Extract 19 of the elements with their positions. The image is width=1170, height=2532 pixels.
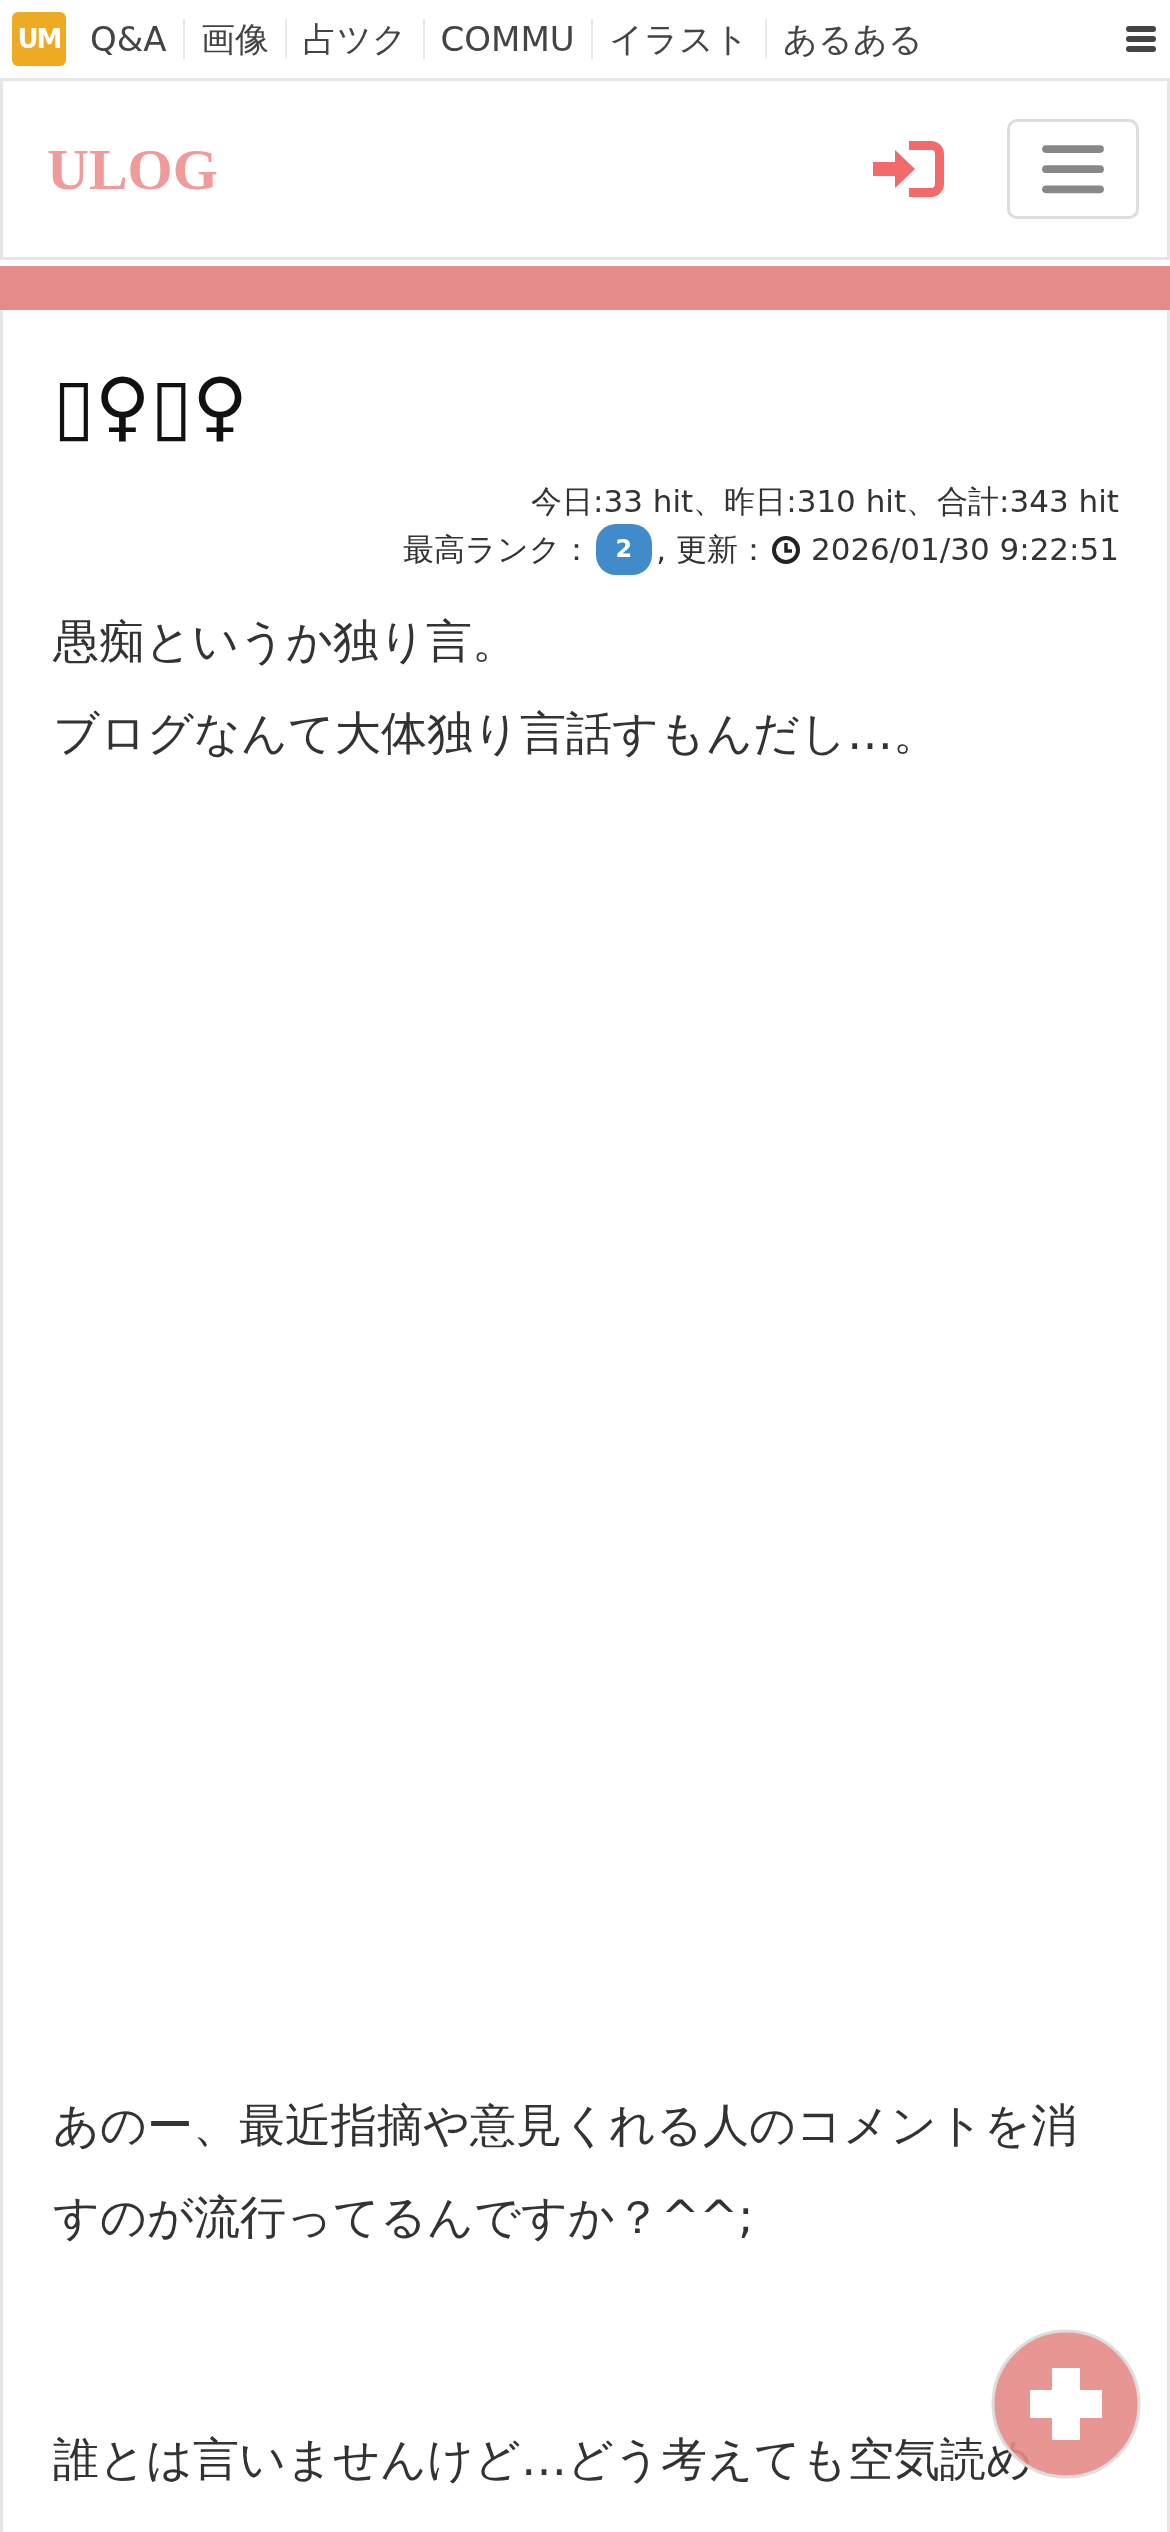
nav-link[interactable]: 画像: [182, 19, 285, 59]
rank-badge: 2: [595, 524, 653, 576]
updated-time: 2026/01/30 9:22:51: [810, 530, 1119, 570]
rank-label: 最高ランク：: [402, 530, 592, 570]
nav-link[interactable]: イラスト: [590, 19, 765, 59]
article-title: ▯♀▯♀: [53, 360, 249, 452]
clock-icon: [770, 534, 801, 565]
updated-label: , 更新：: [656, 530, 769, 570]
article-paragraph: 誰とは言いませんけど…どう考えても空気読め: [53, 2431, 1034, 2489]
menu-toggle-button[interactable]: [1007, 119, 1139, 219]
article-paragraph: 愚痴というか独り言。 ブログなんて大体独り言話すもんだし…。: [53, 613, 940, 763]
nav-link[interactable]: COMMU: [422, 19, 591, 59]
nav-link[interactable]: あるある: [764, 19, 939, 59]
nav-link[interactable]: Q&A: [86, 19, 183, 59]
add-button[interactable]: [990, 2328, 1142, 2480]
nav-link[interactable]: 占ツク: [284, 19, 423, 59]
hit-stats: 今日:33 hit、昨日:310 hit、合計:343 hit: [531, 482, 1119, 522]
sign-in-icon[interactable]: [873, 138, 947, 200]
article-paragraph: あのー、最近指摘や意見くれる人のコメントを消すのが流行ってるんですか？^^;: [53, 2097, 1078, 2247]
